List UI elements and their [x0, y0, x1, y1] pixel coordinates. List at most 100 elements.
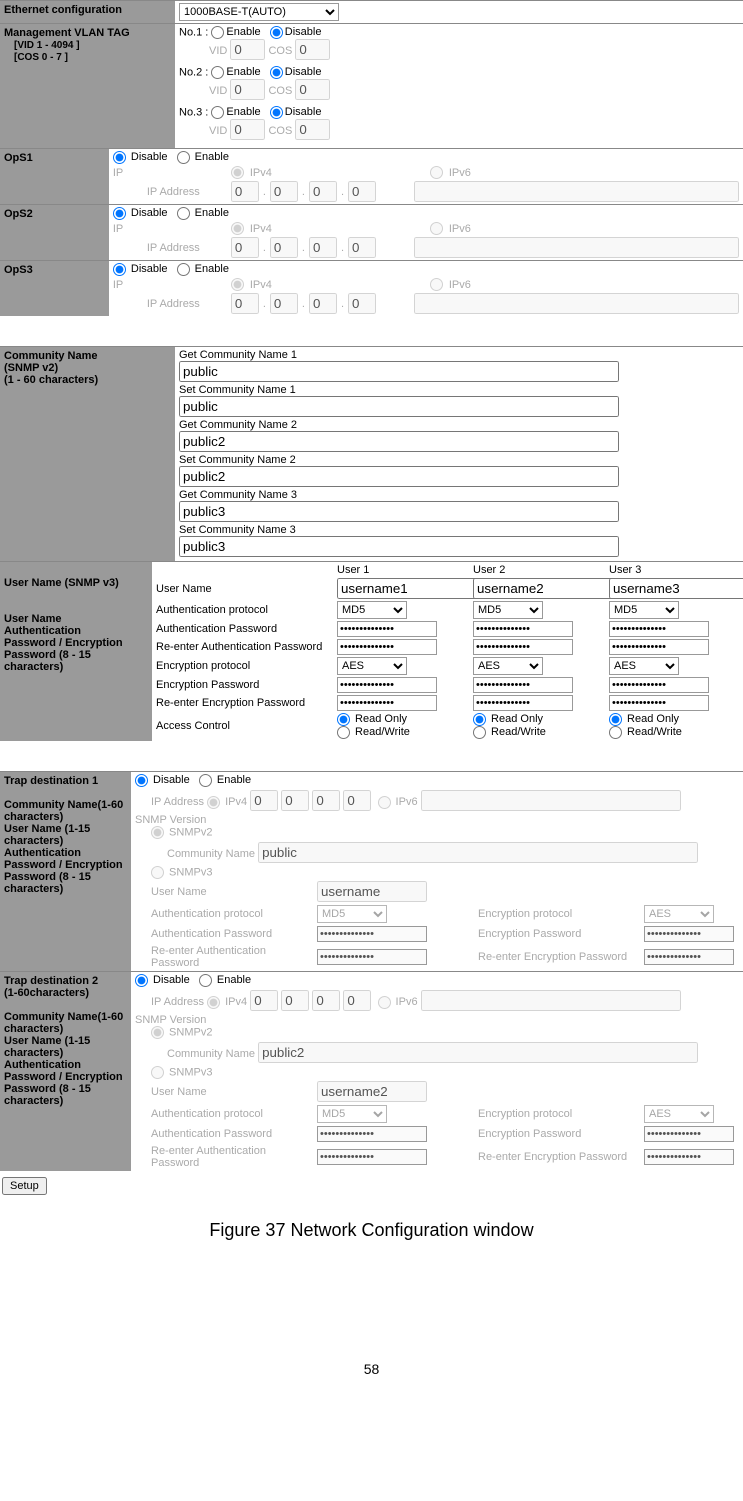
- vlan3-vid-input[interactable]: [230, 119, 265, 140]
- trap2-snmpv3-radio[interactable]: [151, 1066, 164, 1079]
- vlan3-enable-radio[interactable]: [211, 106, 224, 119]
- user3-authpw-input[interactable]: [609, 621, 709, 637]
- ops3-oct3[interactable]: [309, 293, 337, 314]
- trap2-oct2[interactable]: [281, 990, 309, 1011]
- vlan2-vid-input[interactable]: [230, 79, 265, 100]
- ops1-ipv4-radio[interactable]: [231, 166, 244, 179]
- trap2-enable-radio[interactable]: [199, 974, 212, 987]
- ops2-ipv6-radio[interactable]: [430, 222, 443, 235]
- user2-authpw-input[interactable]: [473, 621, 573, 637]
- trap1-ipv6-radio[interactable]: [378, 796, 391, 809]
- user3-reencpw-input[interactable]: [609, 695, 709, 711]
- trap2-oct1[interactable]: [250, 990, 278, 1011]
- user3-encpw-input[interactable]: [609, 677, 709, 693]
- trap1-oct3[interactable]: [312, 790, 340, 811]
- user1-reencpw-input[interactable]: [337, 695, 437, 711]
- vlan2-enable-radio[interactable]: [211, 66, 224, 79]
- ops3-ipv6-input[interactable]: [414, 293, 739, 314]
- trap2-oct3[interactable]: [312, 990, 340, 1011]
- trap1-community-input[interactable]: [258, 842, 698, 863]
- trap1-enc-select[interactable]: AES: [644, 905, 714, 923]
- comm-input-5[interactable]: [179, 536, 619, 557]
- trap2-ipv6-input[interactable]: [421, 990, 681, 1011]
- user2-reauthpw-input[interactable]: [473, 639, 573, 655]
- user2-encpw-input[interactable]: [473, 677, 573, 693]
- trap1-snmpv3-radio[interactable]: [151, 866, 164, 879]
- comm-input-2[interactable]: [179, 431, 619, 452]
- ops2-enable-radio[interactable]: [177, 207, 190, 220]
- ops2-oct2[interactable]: [270, 237, 298, 258]
- user2-readwrite-radio[interactable]: [473, 726, 486, 739]
- ops3-oct4[interactable]: [348, 293, 376, 314]
- ethernet-select[interactable]: 1000BASE-T(AUTO): [179, 3, 339, 21]
- trap1-oct1[interactable]: [250, 790, 278, 811]
- ops1-enable-radio[interactable]: [177, 151, 190, 164]
- trap2-ipv4-radio[interactable]: [207, 996, 220, 1009]
- trap1-snmpv2-radio[interactable]: [151, 826, 164, 839]
- trap2-oct4[interactable]: [343, 990, 371, 1011]
- setup-button[interactable]: Setup: [2, 1177, 47, 1195]
- user3-enc-select[interactable]: AES: [609, 657, 679, 675]
- trap1-enable-radio[interactable]: [199, 774, 212, 787]
- user1-authpw-input[interactable]: [337, 621, 437, 637]
- ops1-disable-radio[interactable]: [113, 151, 126, 164]
- trap1-ipv4-radio[interactable]: [207, 796, 220, 809]
- ops3-ipv6-radio[interactable]: [430, 278, 443, 291]
- ops3-ipv4-radio[interactable]: [231, 278, 244, 291]
- trap1-oct4[interactable]: [343, 790, 371, 811]
- user1-enc-select[interactable]: AES: [337, 657, 407, 675]
- ops2-oct4[interactable]: [348, 237, 376, 258]
- trap2-disable-radio[interactable]: [135, 974, 148, 987]
- vlan1-cos-input[interactable]: [295, 39, 330, 60]
- user3-readonly-radio[interactable]: [609, 713, 622, 726]
- ops1-ipv6-radio[interactable]: [430, 166, 443, 179]
- ops3-enable-radio[interactable]: [177, 263, 190, 276]
- comm-input-4[interactable]: [179, 501, 619, 522]
- user1-auth-select[interactable]: MD5: [337, 601, 407, 619]
- trap2-snmpv2-radio[interactable]: [151, 1026, 164, 1039]
- trap2-ipv6-radio[interactable]: [378, 996, 391, 1009]
- ops2-disable-radio[interactable]: [113, 207, 126, 220]
- trap2-encpw-input[interactable]: [644, 1126, 734, 1142]
- vlan2-cos-input[interactable]: [295, 79, 330, 100]
- vlan2-disable-radio[interactable]: [270, 66, 283, 79]
- ops1-ipv6-input[interactable]: [414, 181, 739, 202]
- user1-name-input[interactable]: [337, 578, 487, 599]
- trap2-enc-select[interactable]: AES: [644, 1105, 714, 1123]
- ops1-oct3[interactable]: [309, 181, 337, 202]
- trap1-username-input[interactable]: [317, 881, 427, 902]
- user3-auth-select[interactable]: MD5: [609, 601, 679, 619]
- user1-readonly-radio[interactable]: [337, 713, 350, 726]
- trap2-auth-select[interactable]: MD5: [317, 1105, 387, 1123]
- vlan1-disable-radio[interactable]: [270, 26, 283, 39]
- user3-name-input[interactable]: [609, 578, 743, 599]
- trap1-auth-select[interactable]: MD5: [317, 905, 387, 923]
- trap1-disable-radio[interactable]: [135, 774, 148, 787]
- ops2-oct3[interactable]: [309, 237, 337, 258]
- vlan3-cos-input[interactable]: [295, 119, 330, 140]
- ops2-ipv6-input[interactable]: [414, 237, 739, 258]
- ops3-disable-radio[interactable]: [113, 263, 126, 276]
- vlan1-vid-input[interactable]: [230, 39, 265, 60]
- trap2-username-input[interactable]: [317, 1081, 427, 1102]
- vlan1-enable-radio[interactable]: [211, 26, 224, 39]
- user2-name-input[interactable]: [473, 578, 623, 599]
- user2-auth-select[interactable]: MD5: [473, 601, 543, 619]
- trap1-oct2[interactable]: [281, 790, 309, 811]
- trap1-reauthpw-input[interactable]: [317, 949, 427, 965]
- vlan3-disable-radio[interactable]: [270, 106, 283, 119]
- user1-reauthpw-input[interactable]: [337, 639, 437, 655]
- user1-encpw-input[interactable]: [337, 677, 437, 693]
- comm-input-3[interactable]: [179, 466, 619, 487]
- user2-reencpw-input[interactable]: [473, 695, 573, 711]
- user3-readwrite-radio[interactable]: [609, 726, 622, 739]
- user2-enc-select[interactable]: AES: [473, 657, 543, 675]
- ops3-oct1[interactable]: [231, 293, 259, 314]
- comm-input-1[interactable]: [179, 396, 619, 417]
- trap1-reencpw-input[interactable]: [644, 949, 734, 965]
- comm-input-0[interactable]: [179, 361, 619, 382]
- user1-readwrite-radio[interactable]: [337, 726, 350, 739]
- ops1-oct1[interactable]: [231, 181, 259, 202]
- ops2-ipv4-radio[interactable]: [231, 222, 244, 235]
- trap2-authpw-input[interactable]: [317, 1126, 427, 1142]
